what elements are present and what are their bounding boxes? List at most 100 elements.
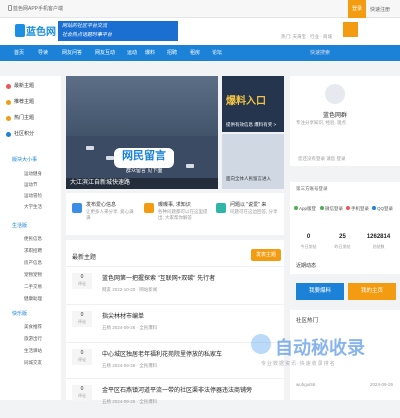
hot-post-date: 2024-09-26 xyxy=(370,382,394,387)
chat-icon xyxy=(216,203,226,213)
my-home-button[interactable]: 我的主页 xyxy=(348,283,396,300)
sidebar-sub-item[interactable]: 二手交易 xyxy=(24,284,42,290)
report-button[interactable]: 我要爆料 xyxy=(296,283,344,300)
post-meta: 网友 2022-10-20 · 网站新闻 xyxy=(102,287,158,292)
quick-actions: 发布爱心信息 让更多人来分享, 爱心满满 曝曝事, 求知识 各种问题都可以在这里… xyxy=(66,193,284,235)
nav-item-report[interactable]: 爆料 xyxy=(145,49,155,56)
login-method[interactable]: QQ登录 xyxy=(372,206,393,212)
app-icon xyxy=(294,206,298,210)
report-entry-caption: 提供有效信息 爆料有奖 > xyxy=(226,122,277,127)
table-row[interactable]: 0 评论 蓝色网第一把握探索 "互联网+双碳" 先行者 网友 2022-10-2… xyxy=(66,266,284,306)
report-entry-title: 爆料入口 xyxy=(226,96,266,107)
nav-item-qa[interactable]: 网友问答 xyxy=(62,49,82,56)
phone-icon xyxy=(8,5,12,11)
banner-car xyxy=(106,156,114,160)
post-title[interactable]: 指尖林材市编单 xyxy=(102,311,144,320)
stat-yesterday-value: 25 xyxy=(339,234,346,240)
recommended-icon xyxy=(6,100,11,105)
quick-action-talk[interactable]: 问题以 "说爱" 来 问题可在这边回答, 分享 xyxy=(212,199,282,229)
logo-text: 蓝色网 xyxy=(26,27,56,38)
sidebar-item-label: 热门主题 xyxy=(14,115,35,121)
reply-count: 0 xyxy=(80,386,84,392)
post-title[interactable]: 蓝色网第一把握探索 "互联网+双碳" 先行者 xyxy=(102,273,215,282)
logo-icon xyxy=(15,24,25,37)
points-icon xyxy=(6,132,11,137)
login-method-label: 微信登录 xyxy=(325,206,343,211)
sidebar-item-points[interactable]: 社区积分 xyxy=(0,128,61,140)
banner-bubble: 网民留言 xyxy=(114,148,174,168)
stats-title: 第三方账号登录 xyxy=(296,186,328,191)
recent-activity-title[interactable]: 近期动态 xyxy=(296,262,316,269)
sidebar-item-recommended[interactable]: 推荐主题 xyxy=(0,96,61,108)
left-sidebar: 最新主题 推荐主题 热门主题 社区积分 版块大小事 运动健身 运动节 运动冒险 … xyxy=(0,76,61,400)
reply-label: 评论 xyxy=(78,357,86,362)
quick-action-title: 曝曝事, 求知识 xyxy=(158,202,191,208)
sidebar-item-hot[interactable]: 热门主题 xyxy=(0,112,61,124)
slogan-line-1: 网站的社区平台交流 xyxy=(62,23,108,29)
sidebar-section-3[interactable]: 快乐版 xyxy=(0,309,61,319)
love-icon xyxy=(72,203,82,213)
sidebar-sub-item[interactable]: 运动冒险 xyxy=(24,193,42,199)
sidebar-sub-item[interactable]: 旅游出行 xyxy=(24,336,42,342)
login-method[interactable]: 手机登录 xyxy=(346,206,369,212)
sidebar-section-1[interactable]: 版块大小事 xyxy=(0,155,61,165)
login-method[interactable]: 微信登录 xyxy=(320,206,343,212)
login-method-label: App版登 xyxy=(299,206,317,211)
sidebar-sub-item[interactable]: 健康助理 xyxy=(24,296,42,302)
banner-car xyxy=(86,146,94,150)
hot-icon xyxy=(6,116,11,121)
sidebar-sub-item[interactable]: 大学生活 xyxy=(24,204,42,210)
sidebar-sub-item[interactable]: 便民信息 xyxy=(24,236,42,242)
table-row[interactable]: 0 评论 金平区石燕镇河道平流一带的社区渠非法停器违法商铺旁 五杨 2024-0… xyxy=(66,378,284,418)
stat-yesterday-label: 昨日发帖 xyxy=(334,244,351,249)
register-link[interactable]: 快速注册 xyxy=(370,6,390,13)
nav-item-rent[interactable]: 租房 xyxy=(190,49,200,56)
sidebar-section-2[interactable]: 生活版 xyxy=(0,221,61,231)
quick-action-title: 问题以 "说爱" 来 xyxy=(230,202,267,208)
login-method[interactable]: App版登 xyxy=(294,206,316,212)
hot-search-keywords[interactable]: 热门: 天海宝 · 行业 · 商城 xyxy=(281,34,332,40)
sidebar-sub-item[interactable]: 运动节 xyxy=(24,182,38,188)
sidebar-sub-item[interactable]: 求职招聘 xyxy=(24,248,42,254)
banner-caption: 大江滨江自新城快速路 xyxy=(66,178,218,189)
hot-post-user[interactable]: wuhgui56 xyxy=(296,382,315,387)
sidebar-item-label: 社区积分 xyxy=(14,131,35,137)
quick-action-ask[interactable]: 曝曝事, 求知识 各种问题都可以在这里提出, 大家帮你解答 xyxy=(140,199,210,229)
hero-banner[interactable]: 网民留言 群众留言 见下面 大江滨江自新城快速路 xyxy=(66,76,218,189)
app-download-link[interactable]: 蓝色网APP手机客户端 xyxy=(13,5,63,12)
quick-action-love[interactable]: 发布爱心信息 让更多人来分享, 爱心满满 xyxy=(68,199,138,229)
sidebar-item-latest[interactable]: 最新主题 xyxy=(0,80,61,92)
quick-action-desc: 让更多人来分享, 爱心满满 xyxy=(86,209,134,220)
post-title[interactable]: 中心城区独居老年福利花苑院里停放的私家车 xyxy=(102,349,222,358)
visitor-notice[interactable]: 您还没有登录 请您 登录 xyxy=(298,156,346,162)
post-meta: 五杨 2024-09-26 · 全民爆料 xyxy=(102,325,158,330)
nav-item-sports[interactable]: 运动 xyxy=(127,49,137,56)
sidebar-sub-item[interactable]: 同城交友 xyxy=(24,360,42,366)
sidebar-sub-item[interactable]: 运动健身 xyxy=(24,171,42,177)
sidebar-sub-item[interactable]: 生活驿站 xyxy=(24,348,42,354)
nav-quick-search[interactable]: 快速搜索 xyxy=(310,49,330,56)
site-description: 专注分享知识, 经验, 观点 xyxy=(296,120,347,125)
post-title[interactable]: 金平区石燕镇河道平流一带的社区渠非法停器违法商铺旁 xyxy=(102,385,252,394)
top-bar: 蓝色网APP手机客户端 登录 快速注册 xyxy=(0,0,400,18)
stats-panel: 第三方账号登录 App版登 微信登录 手机登录 QQ登录 0 今日发帖 25 昨… xyxy=(290,182,400,274)
latest-icon xyxy=(6,84,11,89)
sidebar-sub-item[interactable]: 房产信息 xyxy=(24,260,42,266)
banner-bubble-sub: 群众留言 见下面 xyxy=(126,168,163,174)
new-post-button[interactable]: 发表主题 xyxy=(251,249,281,261)
reply-label: 评论 xyxy=(78,319,86,324)
watermark: 自动秘收录 专业数据资讯·快速收录排名 xyxy=(251,328,400,378)
login-button[interactable]: 登录 xyxy=(348,0,366,18)
hot-community-title: 社区热门 xyxy=(296,318,319,324)
sidebar-sub-item[interactable]: 美食推荐 xyxy=(24,324,42,330)
quick-action-desc: 各种问题都可以在这里提出, 大家帮你解答 xyxy=(158,209,208,220)
nav-item-guide[interactable]: 导读 xyxy=(38,49,48,56)
nav-item-forum[interactable]: 论坛 xyxy=(212,49,222,56)
nav-item-interact[interactable]: 网友互动 xyxy=(95,49,115,56)
nav-item-jobs[interactable]: 招聘 xyxy=(167,49,177,56)
search-button[interactable] xyxy=(343,22,358,37)
sidebar-sub-item[interactable]: 宠物宠物 xyxy=(24,272,42,278)
site-name: 蓝色网群 xyxy=(322,113,347,119)
quick-action-desc: 问题可在这边回答, 分享 xyxy=(230,209,278,214)
nav-item-home[interactable]: 首页 xyxy=(14,49,24,56)
